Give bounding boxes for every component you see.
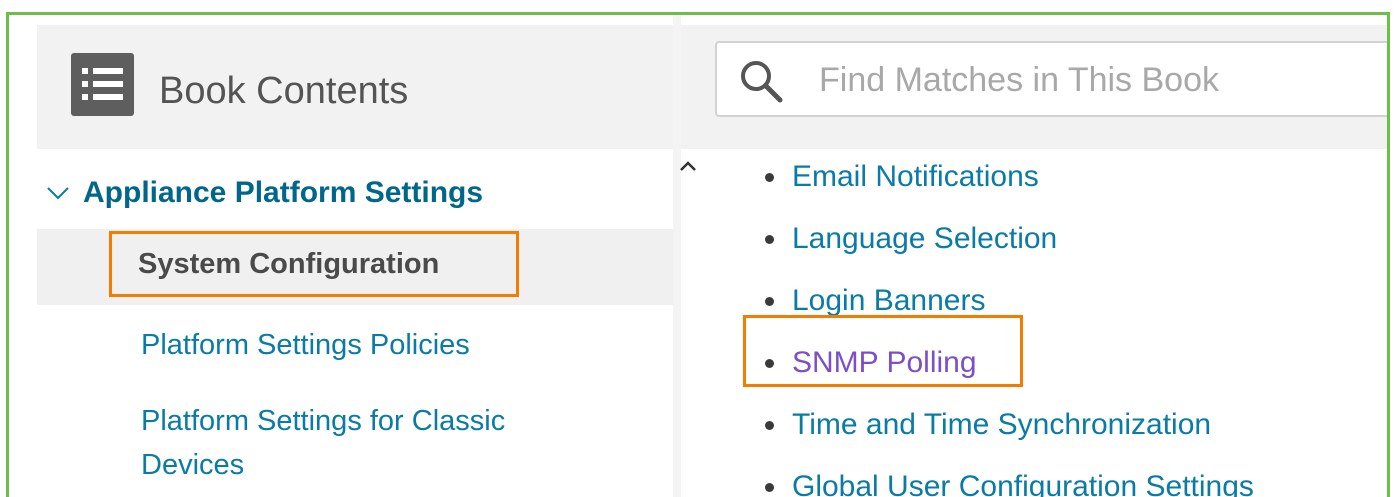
chevron-up-icon[interactable] [677,155,699,177]
bullet-icon [765,420,774,430]
snmp-polling-highlight [743,315,1023,387]
bullet-icon [765,172,774,182]
search-icon[interactable] [737,57,785,105]
toc-list-icon[interactable] [71,53,134,116]
panel-divider [673,15,681,497]
chevron-down-icon [47,187,69,200]
link-global-user-configuration[interactable]: Global User Configuration Settings [792,470,1254,497]
bullet-icon [765,296,774,306]
bullet-icon [765,482,774,492]
list-item: Email Notifications [759,155,1039,199]
link-login-banners[interactable]: Login Banners [792,284,985,318]
book-contents-title: Book Contents [159,70,409,112]
list-item: Language Selection [759,217,1057,261]
tree-item-platform-settings-policies[interactable]: Platform Settings Policies [141,323,470,367]
tree-root-appliance-platform-settings[interactable]: Appliance Platform Settings [47,168,483,218]
book-contents-header: Book Contents [37,25,673,149]
list-item: Global User Configuration Settings [759,465,1254,497]
bullet-icon [765,234,774,244]
link-language-selection[interactable]: Language Selection [792,222,1057,256]
link-time-synchronization[interactable]: Time and Time Synchronization [792,408,1211,442]
link-email-notifications[interactable]: Email Notifications [792,160,1039,194]
book-contents-panel: Book Contents Appliance Platform Setting… [37,25,673,497]
tree-item-system-configuration[interactable]: System Configuration [109,231,519,297]
search-box[interactable] [715,41,1387,117]
tree-root-label: Appliance Platform Settings [83,176,484,209]
list-item: Time and Time Synchronization [759,403,1211,447]
tree-item-platform-settings-classic-devices[interactable]: Platform Settings for Classic Devices [141,399,611,487]
screenshot-frame: Book Contents Appliance Platform Setting… [6,12,1390,497]
search-input[interactable] [817,55,1381,105]
